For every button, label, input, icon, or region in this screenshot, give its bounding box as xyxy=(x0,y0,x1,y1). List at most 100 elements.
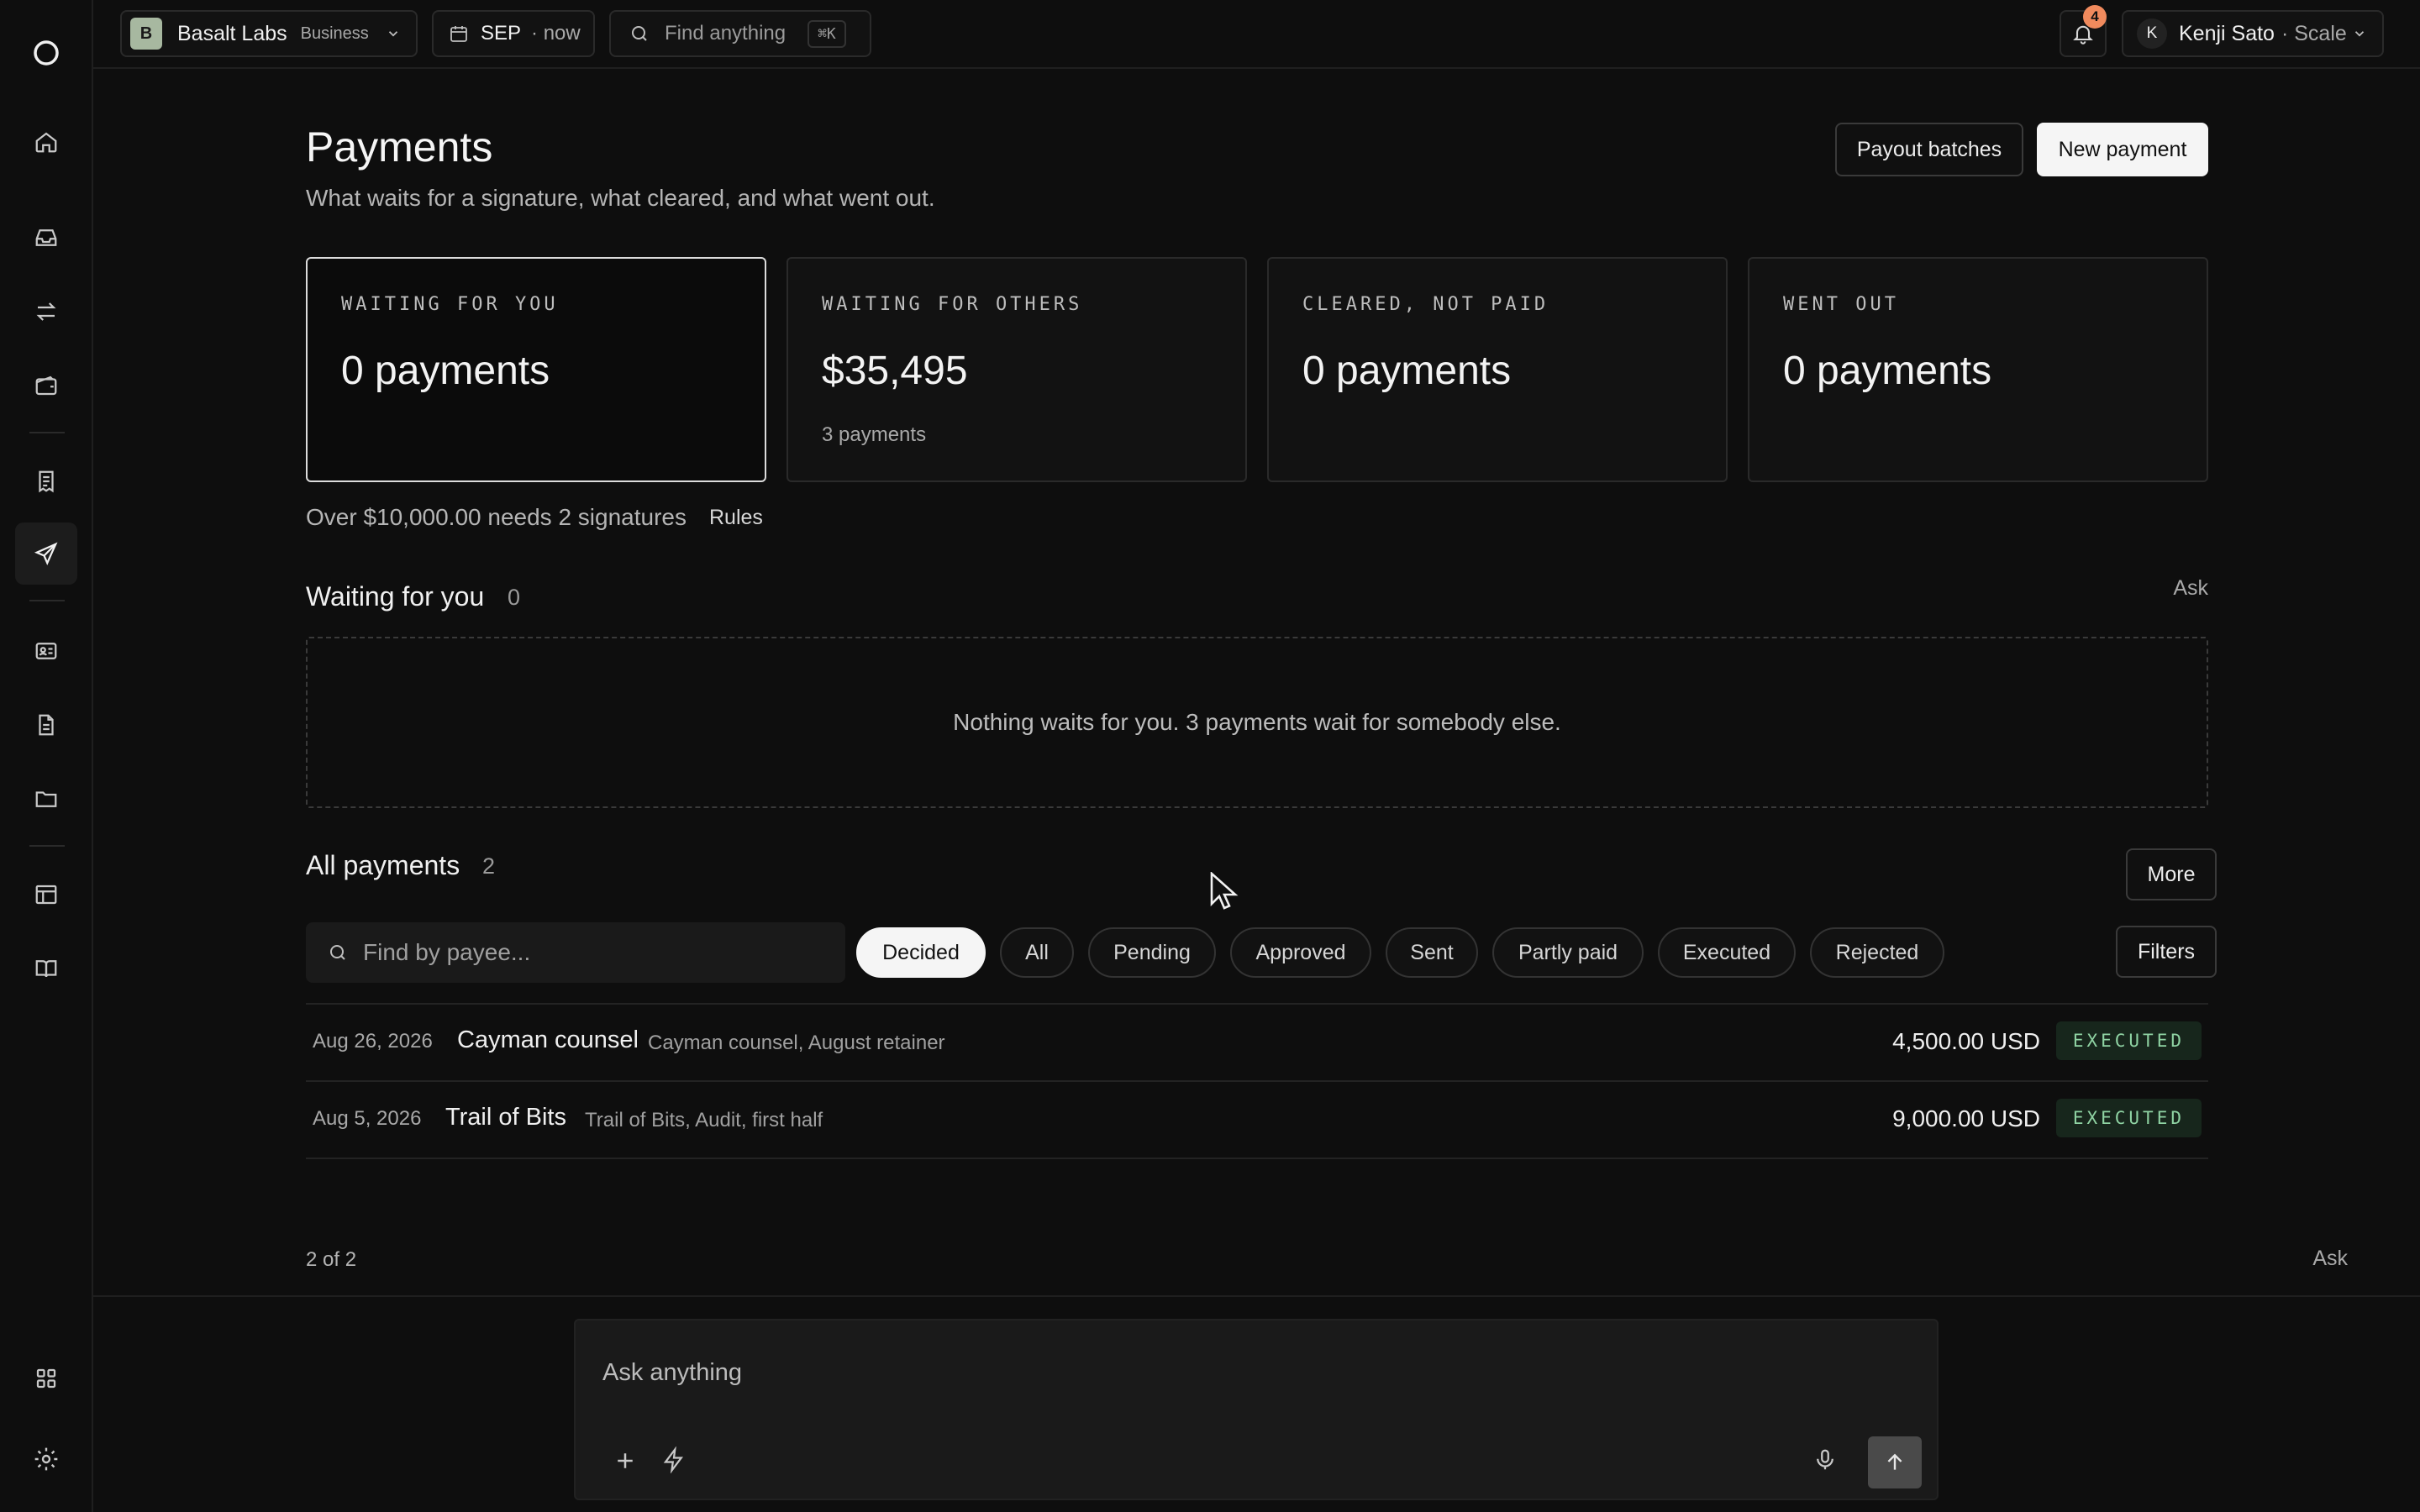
folder-icon[interactable] xyxy=(15,768,77,830)
filter-chip-all[interactable]: All xyxy=(1000,927,1074,978)
status-badge: EXECUTED xyxy=(2055,1021,2202,1060)
plus-icon[interactable] xyxy=(613,1448,638,1473)
card-value: 0 payments xyxy=(341,349,550,393)
send-icon[interactable] xyxy=(15,522,77,585)
waiting-count: 0 xyxy=(508,585,521,610)
empty-state-text: Nothing waits for you. 3 payments wait f… xyxy=(953,709,1561,735)
card-sub: 3 payments xyxy=(822,423,927,446)
pager-text: 2 of 2 xyxy=(306,1248,357,1271)
payment-memo: Cayman counsel, August retainer xyxy=(648,1032,945,1054)
ask-input-box[interactable]: Ask anything xyxy=(574,1319,1939,1500)
card-cleared-not-paid[interactable]: CLEARED, NOT PAID 0 payments xyxy=(1267,257,1728,482)
payments-page: Payments What waits for a signature, wha… xyxy=(306,69,2217,1295)
card-went-out[interactable]: WENT OUT 0 payments xyxy=(1748,257,2208,482)
settings-icon[interactable] xyxy=(15,1428,77,1490)
card-value: 0 payments xyxy=(1302,349,1512,393)
waiting-section-title: Waiting for you xyxy=(306,581,485,612)
all-payments-count: 2 xyxy=(482,853,496,879)
document-icon[interactable] xyxy=(15,694,77,756)
send-button[interactable] xyxy=(1868,1436,1922,1488)
receipt-icon[interactable] xyxy=(15,450,77,512)
search-shortcut: ⌘K xyxy=(808,19,846,48)
payout-batches-button[interactable]: Payout batches xyxy=(1835,123,2023,176)
card-label: CLEARED, NOT PAID xyxy=(1302,294,1549,315)
page-title: Payments xyxy=(306,123,493,171)
period-suffix: · now xyxy=(531,22,581,45)
filters-button[interactable]: Filters xyxy=(2116,926,2217,978)
signature-rule-text: Over $10,000.00 needs 2 signatures xyxy=(306,504,687,530)
ask-link[interactable]: Ask xyxy=(2173,576,2208,601)
card-waiting-for-others[interactable]: WAITING FOR OTHERS $35,495 3 payments xyxy=(786,257,1247,482)
payment-amount: 9,000.00 USD xyxy=(1892,1105,2040,1131)
topbar: B Basalt Labs Business SEP · now Find an… xyxy=(93,0,2420,69)
card-label: WAITING FOR OTHERS xyxy=(822,294,1083,315)
all-payments-title: All payments xyxy=(306,850,460,880)
user-plan: · Scale xyxy=(2281,21,2347,45)
org-avatar: B xyxy=(130,18,162,50)
lightning-icon[interactable] xyxy=(661,1446,687,1473)
card-value: 0 payments xyxy=(1783,349,1992,393)
wallet-icon[interactable] xyxy=(15,354,77,417)
filter-chip-approved[interactable]: Approved xyxy=(1230,927,1371,978)
card-waiting-for-you[interactable]: WAITING FOR YOU 0 payments xyxy=(306,257,766,482)
card-label: WAITING FOR YOU xyxy=(341,294,559,315)
payment-amount: 4,500.00 USD xyxy=(1892,1028,2040,1054)
search-placeholder: Find anything xyxy=(665,22,786,45)
table-icon[interactable] xyxy=(15,864,77,926)
main-content: Payments What waits for a signature, wha… xyxy=(93,69,2420,1295)
more-button[interactable]: More xyxy=(2126,848,2217,900)
payee-search-placeholder: Find by payee... xyxy=(363,939,531,965)
status-badge: EXECUTED xyxy=(2055,1099,2202,1137)
new-payment-button[interactable]: New payment xyxy=(2037,123,2208,176)
mouse-cursor-icon xyxy=(1210,872,1239,911)
calendar-icon xyxy=(449,24,469,44)
table-row[interactable]: Aug 26, 2026 Cayman counsel Cayman couns… xyxy=(306,1005,2208,1082)
search-box[interactable]: Find anything ⌘K xyxy=(609,10,871,57)
ask-input[interactable]: Ask anything xyxy=(602,1359,742,1387)
inbox-icon[interactable] xyxy=(15,207,77,269)
user-name: Kenji Sato xyxy=(2179,21,2275,45)
page-subtitle: What waits for a signature, what cleared… xyxy=(306,185,935,211)
org-plan: Business xyxy=(300,24,369,43)
sidebar xyxy=(0,0,93,1512)
notifications-button[interactable]: 4 xyxy=(2060,5,2107,57)
payment-date: Aug 5, 2026 xyxy=(313,1107,422,1130)
chevron-down-icon xyxy=(386,26,401,41)
filter-chip-decided[interactable]: Decided xyxy=(856,927,986,978)
payment-payee: Trail of Bits xyxy=(445,1104,566,1131)
search-icon xyxy=(328,942,348,963)
microphone-icon[interactable] xyxy=(1812,1446,1838,1473)
home-icon[interactable] xyxy=(15,111,77,173)
arrow-up-icon xyxy=(1884,1452,1906,1473)
ask-link[interactable]: Ask xyxy=(2312,1247,2348,1271)
circle-logo-icon[interactable] xyxy=(15,22,77,84)
notification-count-badge: 4 xyxy=(2083,5,2107,29)
payee-search-input[interactable]: Find by payee... xyxy=(306,922,845,983)
period-selector[interactable]: SEP · now xyxy=(432,10,595,57)
waiting-empty-state: Nothing waits for you. 3 payments wait f… xyxy=(306,637,2208,808)
org-name: Basalt Labs xyxy=(177,21,287,45)
contacts-icon[interactable] xyxy=(15,620,77,682)
filter-chip-rejected[interactable]: Rejected xyxy=(1810,927,1944,978)
transfer-icon[interactable] xyxy=(15,281,77,343)
card-label: WENT OUT xyxy=(1783,294,1899,315)
user-avatar: K xyxy=(2137,18,2167,49)
card-value: $35,495 xyxy=(822,349,968,393)
filter-chip-sent[interactable]: Sent xyxy=(1386,927,1478,978)
ask-bar: Ask anything xyxy=(93,1295,2420,1512)
org-switcher[interactable]: B Basalt Labs Business xyxy=(120,10,418,57)
filter-chip-executed[interactable]: Executed xyxy=(1658,927,1796,978)
rules-link[interactable]: Rules xyxy=(709,506,763,530)
period-month: SEP xyxy=(481,22,522,45)
payment-date: Aug 26, 2026 xyxy=(313,1030,433,1053)
search-icon xyxy=(629,24,650,44)
table-row[interactable]: Aug 5, 2026 Trail of Bits Trail of Bits,… xyxy=(306,1082,2208,1159)
filter-chip-pending[interactable]: Pending xyxy=(1088,927,1216,978)
book-icon[interactable] xyxy=(15,937,77,1000)
chevron-down-icon xyxy=(2352,26,2367,41)
filter-chip-partly-paid[interactable]: Partly paid xyxy=(1492,927,1644,978)
payment-payee: Cayman counsel xyxy=(457,1026,639,1053)
payment-memo: Trail of Bits, Audit, first half xyxy=(585,1109,823,1131)
apps-grid-icon[interactable] xyxy=(15,1347,77,1410)
user-menu[interactable]: K Kenji Sato · Scale xyxy=(2122,10,2384,57)
